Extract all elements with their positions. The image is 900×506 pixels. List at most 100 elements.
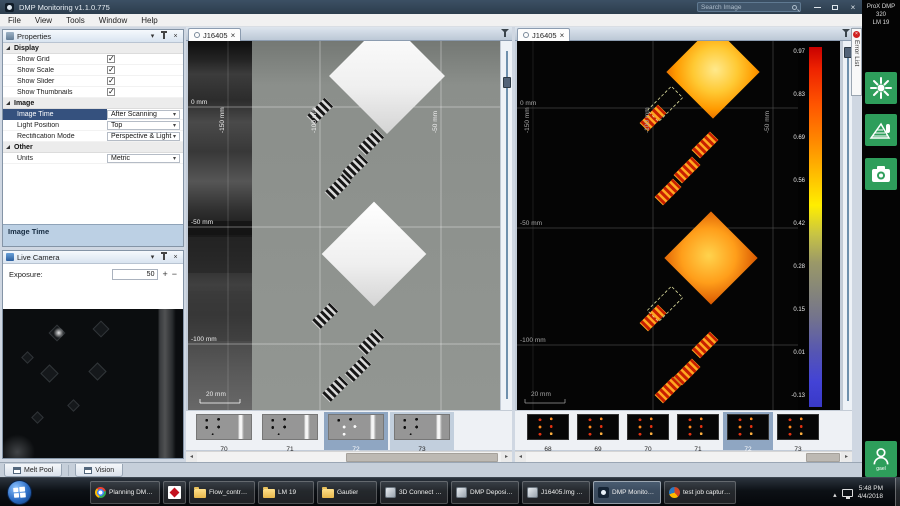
row-image-time: Image Time After Scanning — [3, 108, 183, 120]
search-input[interactable]: Search Image — [697, 2, 801, 12]
thumbnail-71[interactable]: 71 — [258, 412, 322, 453]
exposure-decrease-button[interactable]: − — [172, 270, 177, 279]
laser-status-button[interactable] — [865, 72, 897, 104]
tab-melt-pool[interactable]: Melt Pool — [4, 464, 63, 477]
pin-icon[interactable] — [161, 31, 167, 39]
ruler-top-label: -100 mm — [644, 107, 651, 133]
close-button[interactable] — [848, 2, 858, 12]
gray-horizontal-scrollbar[interactable]: ◂ ▸ — [186, 451, 512, 463]
thumbnail-72-selected[interactable]: 72 — [723, 412, 773, 453]
layer-slider[interactable] — [842, 41, 852, 410]
taskbar-item-label: Flow_control-FA... — [209, 489, 250, 496]
menu-view[interactable]: View — [35, 16, 52, 25]
show-thumbnails-checkbox[interactable] — [107, 87, 115, 96]
search-icon — [792, 4, 797, 10]
exposure-input[interactable]: 50 — [112, 269, 159, 280]
heat-thumbnail-bar: 68 69 70 71 72 73 — [515, 410, 852, 453]
exposure-increase-button[interactable]: + — [162, 270, 167, 279]
scale-label: 20 mm — [531, 391, 551, 398]
live-camera-title: Live Camera — [17, 252, 60, 262]
tab-vision[interactable]: Vision — [75, 464, 124, 477]
group-image[interactable]: Image — [3, 98, 183, 109]
thumbnail-69[interactable]: 69 — [573, 412, 623, 453]
group-other[interactable]: Other — [3, 142, 183, 153]
show-slider-checkbox[interactable] — [107, 76, 115, 85]
group-display-label: Display — [14, 44, 39, 52]
thumbnail-image — [677, 414, 719, 440]
gray-image-svg: -150 mm -100 mm -50 mm 0 mm -50 mm -100 … — [188, 18, 500, 410]
scrollbar-thumb[interactable] — [806, 453, 840, 462]
row-show-scale: Show Scale — [3, 65, 183, 76]
show-desktop-button[interactable] — [895, 478, 900, 506]
taskbar-item-test-job-capture[interactable]: test job capture.p... — [664, 481, 736, 504]
powder-layer-button[interactable] — [865, 114, 897, 146]
tray-expand-icon[interactable] — [833, 484, 837, 502]
slider-track[interactable] — [505, 51, 508, 399]
heat-horizontal-scrollbar[interactable]: ◂ ▸ — [515, 451, 852, 463]
taskbar-item-gautier[interactable]: Gautier — [317, 481, 377, 504]
thumbnail-image — [262, 414, 318, 440]
expander-icon — [6, 46, 10, 50]
show-scale-label: Show Scale — [17, 66, 54, 74]
thumbnail-73[interactable]: 73 — [390, 412, 454, 453]
restore-button[interactable] — [830, 2, 840, 12]
filter-icon[interactable] — [501, 29, 509, 38]
show-grid-checkbox[interactable] — [107, 54, 115, 63]
rectification-mode-dropdown[interactable]: Perspective & Light — [107, 131, 180, 141]
image-time-dropdown[interactable]: After Scanning — [107, 109, 180, 119]
scrollbar-thumb[interactable] — [346, 453, 498, 462]
panel-close-button[interactable] — [171, 254, 180, 261]
thumbnail-73[interactable]: 73 — [773, 412, 823, 453]
taskbar-clock[interactable]: 5:48 PM 4/4/2018 — [858, 485, 883, 501]
menu-file[interactable]: File — [8, 16, 21, 25]
show-scale-checkbox[interactable] — [107, 65, 115, 74]
taskbar-item-j16405[interactable]: J16405.lmg - DMP ... — [522, 481, 590, 504]
gray-image-canvas[interactable]: -150 mm -100 mm -50 mm 0 mm -50 mm -100 … — [188, 18, 500, 410]
thumbnail-70[interactable]: 70 — [623, 412, 673, 453]
taskbar-item-label: Gautier — [337, 489, 359, 496]
slider-handle[interactable] — [502, 77, 511, 88]
tab-close-icon[interactable] — [560, 31, 565, 40]
light-position-dropdown[interactable]: Top — [107, 120, 180, 130]
taskbar-item-dmp-logo[interactable] — [163, 481, 186, 504]
row-show-slider: Show Slider — [3, 76, 183, 87]
network-icon[interactable] — [841, 488, 853, 499]
error-list-tab[interactable]: × Error List — [851, 28, 862, 96]
taskbar-item-3d-connect[interactable]: 3D Connect v1.0.0... — [380, 481, 448, 504]
minimize-button[interactable] — [812, 2, 822, 12]
thumbnail-68[interactable]: 68 — [523, 412, 573, 453]
gray-thumbnail-bar: 70 71 72 73 — [186, 410, 512, 453]
units-dropdown[interactable]: Metric — [107, 153, 180, 163]
menu-help[interactable]: Help — [141, 16, 157, 25]
heat-view-tab[interactable]: J16405 — [517, 28, 571, 41]
gray-view-tab[interactable]: J16405 — [188, 28, 242, 41]
group-display[interactable]: Display — [3, 43, 183, 54]
layer-slider[interactable] — [500, 41, 512, 410]
panel-menu-button[interactable] — [148, 253, 157, 261]
user-button[interactable]: gael — [865, 441, 897, 477]
taskbar-item-lm19[interactable]: LM 19 — [258, 481, 314, 504]
taskbar-item-dmp-monitoring-active[interactable]: DMP Monitoring ... — [593, 481, 661, 504]
taskbar: Planning DMP En... Flow_control-FA... LM… — [0, 477, 900, 506]
thumbnail-70[interactable]: 70 — [192, 412, 256, 453]
start-button[interactable] — [7, 480, 32, 505]
taskbar-item-flow-control[interactable]: Flow_control-FA... — [189, 481, 255, 504]
thumbnail-71[interactable]: 71 — [673, 412, 723, 453]
slider-track[interactable] — [846, 49, 849, 401]
taskbar-item-dmp-deposition[interactable]: DMP Deposition -... — [451, 481, 519, 504]
pin-icon[interactable] — [161, 252, 167, 260]
thumbnail-72-selected[interactable]: 72 — [324, 412, 388, 453]
heat-image-canvas[interactable]: -150 mm -100 mm -50 mm 0 mm -50 mm -100 … — [517, 25, 840, 410]
panel-close-button[interactable] — [171, 33, 180, 40]
panel-menu-button[interactable] — [148, 32, 157, 40]
menu-tools[interactable]: Tools — [66, 16, 85, 25]
menu-window[interactable]: Window — [99, 16, 127, 25]
image-time-label[interactable]: Image Time — [3, 108, 107, 120]
properties-panel-header: Properties — [3, 30, 183, 43]
live-camera-image[interactable] — [3, 309, 183, 458]
camera-view-button[interactable] — [865, 158, 897, 190]
filter-icon[interactable] — [842, 29, 850, 38]
thumbnail-image — [627, 414, 669, 440]
tab-close-icon[interactable] — [231, 31, 236, 40]
taskbar-item-planning[interactable]: Planning DMP En... — [90, 481, 160, 504]
